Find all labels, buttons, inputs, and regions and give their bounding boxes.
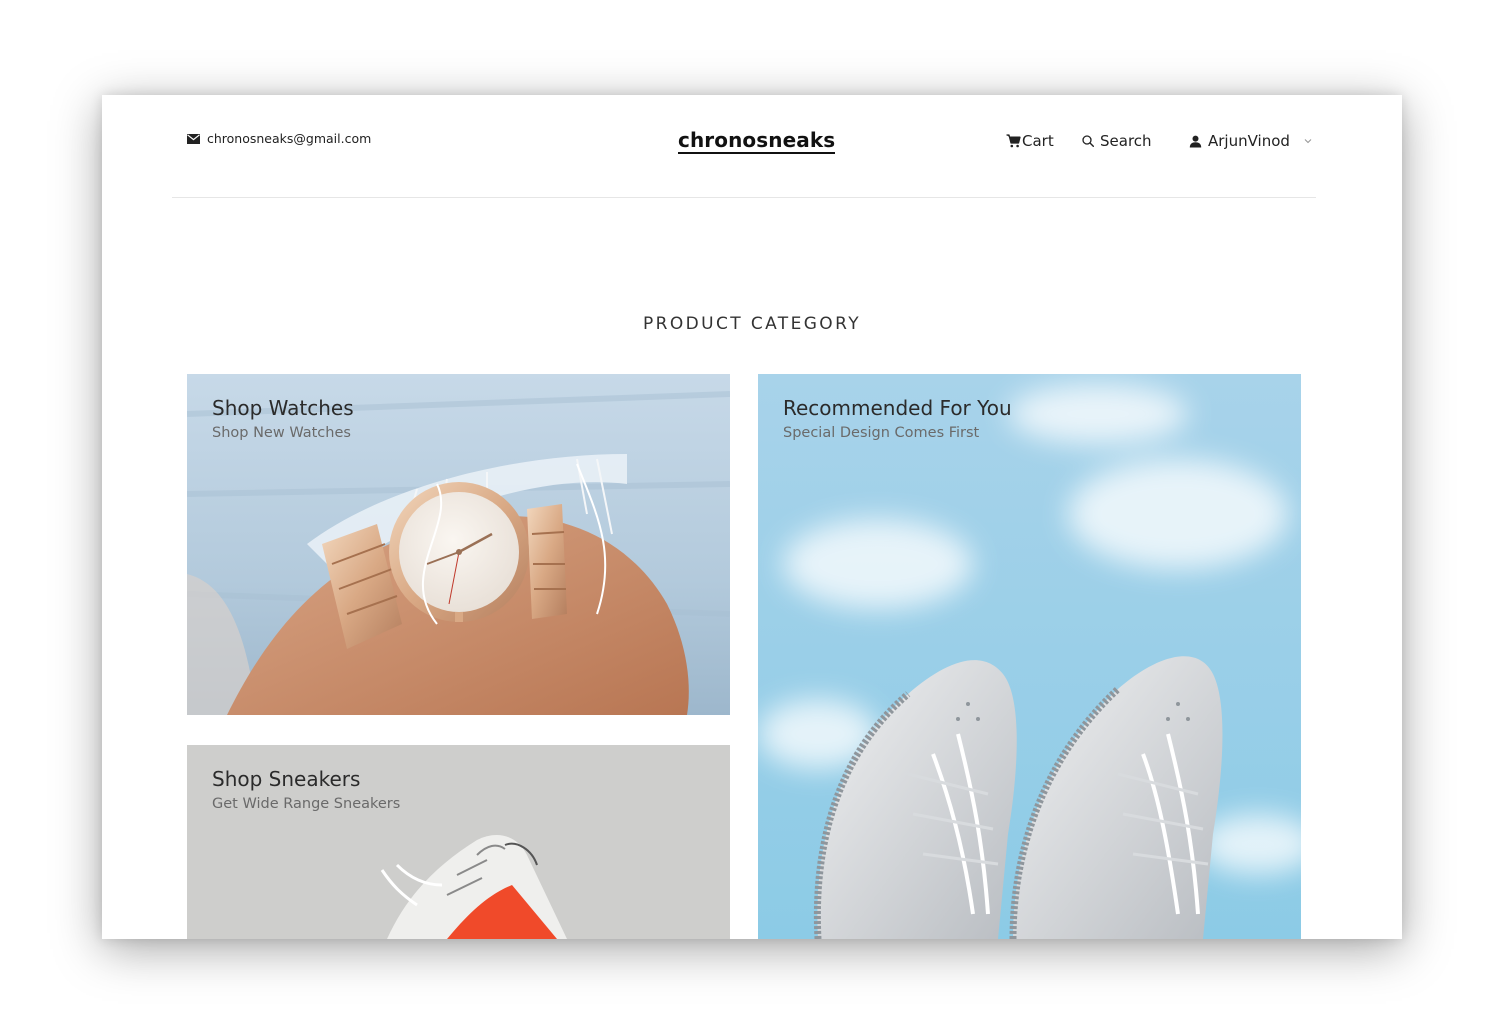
user-name: ArjunVinod — [1208, 132, 1290, 150]
card-subtitle: Shop New Watches — [212, 425, 351, 441]
browser-window: chronosneaks@gmail.com chronosneaks Cart… — [102, 95, 1402, 939]
card-subtitle: Special Design Comes First — [783, 425, 980, 441]
cart-link[interactable]: Cart — [1006, 132, 1054, 150]
category-card-watches[interactable]: Shop Watches Shop New Watches — [187, 374, 730, 715]
card-title: Shop Sneakers — [212, 767, 361, 791]
sky-sneakers-photo — [758, 374, 1301, 939]
card-subtitle: Get Wide Range Sneakers — [212, 796, 401, 812]
card-title: Shop Watches — [212, 396, 354, 420]
cart-label: Cart — [1022, 132, 1054, 150]
mail-icon — [187, 133, 200, 144]
user-menu[interactable]: ArjunVinod — [1189, 132, 1312, 150]
card-title: Recommended For You — [783, 396, 1012, 420]
category-card-sneakers[interactable]: Shop Sneakers Get Wide Range Sneakers — [187, 745, 730, 939]
search-icon — [1082, 135, 1094, 147]
cart-icon — [1006, 134, 1021, 148]
search-link[interactable]: Search — [1082, 132, 1152, 150]
chevron-down-icon[interactable] — [1304, 138, 1312, 144]
email-text: chronosneaks@gmail.com — [207, 131, 372, 146]
section-title: PRODUCT CATEGORY — [642, 314, 861, 334]
site-logo[interactable]: chronosneaks — [678, 129, 836, 154]
search-label: Search — [1100, 132, 1152, 150]
contact-email[interactable]: chronosneaks@gmail.com — [187, 131, 371, 146]
category-card-recommended[interactable]: Recommended For You Special Design Comes… — [758, 374, 1301, 939]
header-divider — [172, 197, 1316, 198]
user-icon — [1189, 135, 1202, 147]
